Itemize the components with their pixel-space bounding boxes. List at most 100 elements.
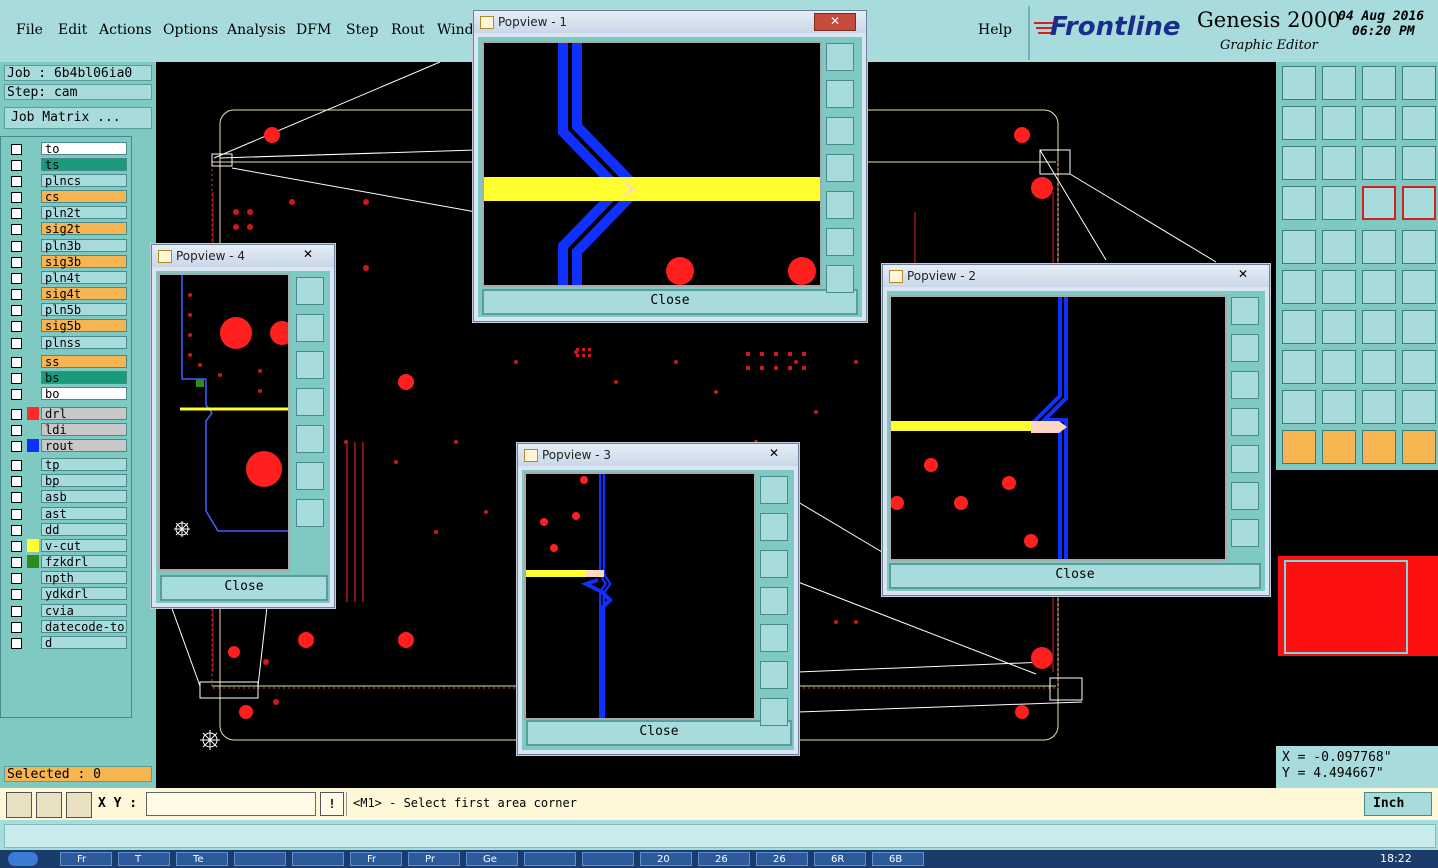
layer-color-swatch[interactable] — [27, 239, 39, 252]
layer-color-swatch[interactable] — [27, 406, 39, 420]
zoom-home-icon[interactable] — [296, 277, 324, 305]
layer-checkbox[interactable] — [11, 337, 22, 349]
zoom-home-icon[interactable] — [1231, 297, 1259, 325]
popview-4-close-icon[interactable]: ✕ — [288, 247, 328, 263]
menu-edit[interactable]: Edit — [58, 22, 87, 38]
pan-right-icon[interactable] — [1231, 445, 1259, 473]
taskbar-item[interactable]: 6B — [872, 852, 924, 866]
popview-1-close-icon[interactable]: ✕ — [814, 13, 856, 31]
pan-left-icon[interactable] — [296, 388, 324, 416]
select-box-icon[interactable] — [1322, 430, 1356, 464]
popview-4-close-button[interactable]: Close — [160, 575, 328, 601]
trapezoid-alt-icon[interactable] — [1402, 390, 1436, 424]
slash-icon[interactable] — [1322, 310, 1356, 344]
popview-2-titlebar[interactable]: Popview - 2 ✕ — [883, 265, 1269, 287]
layer-color-swatch[interactable] — [27, 636, 39, 649]
grid-icon[interactable] — [1322, 186, 1356, 220]
popview-4-titlebar[interactable]: Popview - 4 ✕ — [152, 245, 334, 267]
layer-row[interactable]: npth — [7, 571, 127, 585]
menu-dfm[interactable]: DFM — [296, 22, 331, 38]
layer-row[interactable]: dd — [7, 522, 127, 537]
settings-icon[interactable] — [1282, 186, 1316, 220]
layer-color-swatch[interactable] — [27, 174, 39, 187]
pan-up-icon[interactable] — [760, 513, 788, 541]
layer-checkbox[interactable] — [11, 256, 22, 268]
zoom-home-icon[interactable] — [826, 43, 854, 71]
layer-color-swatch[interactable] — [27, 523, 39, 536]
popview-3-canvas[interactable] — [524, 472, 756, 720]
layer-row[interactable]: ast — [7, 506, 127, 521]
layer-color-swatch[interactable] — [27, 271, 39, 284]
move-left-icon[interactable] — [1282, 106, 1316, 140]
layer-checkbox[interactable] — [11, 408, 22, 420]
taskbar-item[interactable]: Pr — [408, 852, 460, 866]
zoom-fit-icon[interactable] — [826, 228, 854, 256]
layer-color-swatch[interactable] — [27, 604, 39, 617]
menu-actions[interactable]: Actions — [99, 22, 152, 38]
zoom-home-icon[interactable] — [760, 476, 788, 504]
layer-checkbox[interactable] — [11, 492, 22, 504]
taskbar-item[interactable] — [292, 852, 344, 866]
snap-icon[interactable] — [1362, 186, 1396, 220]
pan-up-icon[interactable] — [826, 80, 854, 108]
window-grid-icon[interactable] — [1402, 66, 1436, 100]
menu-help[interactable]: Help — [978, 22, 1012, 38]
menu-window[interactable]: Wind — [437, 22, 474, 38]
popview-3-close-button[interactable]: Close — [526, 720, 792, 746]
layer-row[interactable]: sig2t — [7, 222, 127, 236]
popview-2-canvas[interactable] — [889, 295, 1227, 561]
zoom-out-icon[interactable] — [760, 698, 788, 726]
move-right-icon[interactable] — [1322, 106, 1356, 140]
layer-color-swatch[interactable] — [27, 538, 39, 552]
taskbar-item[interactable]: Ge — [466, 852, 518, 866]
layer-color-swatch[interactable] — [27, 490, 39, 503]
layer-color-swatch[interactable] — [27, 206, 39, 219]
layer-row[interactable]: bs — [7, 371, 127, 385]
popview-3-close-icon[interactable]: ✕ — [754, 446, 794, 462]
layer-checkbox[interactable] — [11, 356, 22, 368]
zoom-fit-icon[interactable] — [760, 661, 788, 689]
layer-row[interactable]: pln5b — [7, 303, 127, 317]
help-icon[interactable] — [1402, 146, 1436, 180]
grid-tool-icon[interactable] — [66, 792, 92, 818]
layer-row[interactable]: pln3b — [7, 238, 127, 253]
popview-1-titlebar[interactable]: Popview - 1 ✕ — [474, 11, 866, 33]
layer-row[interactable]: datecode-to — [7, 619, 127, 634]
layer-color-swatch[interactable] — [27, 255, 39, 268]
layer-checkbox[interactable] — [11, 524, 22, 536]
arc-icon[interactable] — [1362, 270, 1396, 304]
warning-icon[interactable]: ! — [320, 792, 344, 816]
layer-row[interactable]: cvia — [7, 603, 127, 618]
zoom-out-icon[interactable] — [296, 499, 324, 527]
layer-color-swatch[interactable] — [27, 158, 39, 171]
layer-row[interactable]: bo — [7, 387, 127, 401]
layer-checkbox[interactable] — [11, 272, 22, 284]
layer-color-swatch[interactable] — [27, 336, 39, 349]
layer-row[interactable]: sig4t — [7, 287, 127, 301]
angle-tool-icon[interactable] — [36, 792, 62, 818]
layer-checkbox[interactable] — [11, 637, 22, 649]
angle-icon[interactable] — [1282, 310, 1316, 344]
pad-icon[interactable] — [1282, 230, 1316, 264]
layer-checkbox[interactable] — [11, 424, 22, 436]
layer-checkbox[interactable] — [11, 573, 22, 585]
layer-checkbox[interactable] — [11, 175, 22, 187]
zoom-out-icon[interactable] — [1231, 519, 1259, 547]
menu-analysis[interactable]: Analysis — [227, 22, 286, 38]
select-pointer-icon[interactable] — [1282, 430, 1316, 464]
menu-file[interactable]: File — [16, 22, 43, 38]
layer-row[interactable]: plnss — [7, 335, 127, 350]
zoom-fit-icon[interactable] — [1231, 482, 1259, 510]
popview-4-canvas[interactable] — [158, 273, 294, 571]
taskbar-item[interactable] — [234, 852, 286, 866]
layer-checkbox[interactable] — [11, 305, 22, 317]
layer-row[interactable]: cs — [7, 190, 127, 204]
layer-color-swatch[interactable] — [27, 507, 39, 520]
layer-checkbox[interactable] — [11, 389, 22, 401]
layer-color-swatch[interactable] — [27, 355, 39, 368]
popview-2-close-icon[interactable]: ✕ — [1223, 267, 1263, 283]
move-up-icon[interactable] — [1282, 66, 1316, 100]
layer-color-swatch[interactable] — [27, 620, 39, 633]
layer-row[interactable]: ss — [7, 354, 127, 369]
popview-3-titlebar[interactable]: Popview - 3 ✕ — [518, 444, 798, 466]
